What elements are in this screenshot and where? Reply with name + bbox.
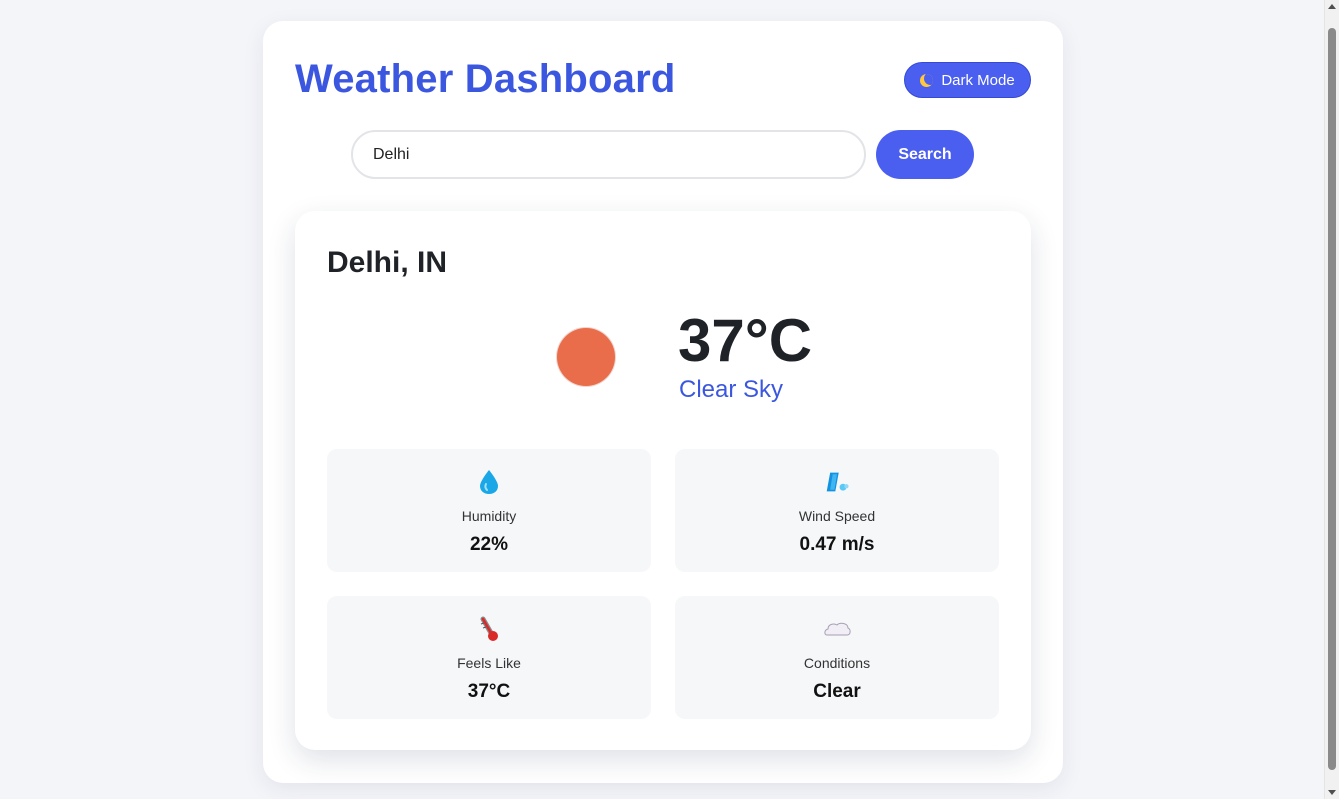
city-search-input[interactable]	[351, 130, 866, 179]
wind-value: 0.47 m/s	[799, 534, 875, 555]
city-name: Delhi, IN	[327, 246, 448, 279]
app-title: Weather Dashboard	[295, 57, 676, 101]
wind-tile: Wind Speed 0.47 m/s	[675, 449, 999, 572]
droplet-icon	[480, 470, 498, 494]
feels-like-value: 37°C	[467, 681, 511, 702]
weather-card: Delhi, IN 37°C Clear Sky Humidity 22% Wi…	[295, 211, 1031, 750]
conditions-tile: Conditions Clear	[675, 596, 999, 719]
scrollbar-thumb[interactable]	[1328, 28, 1336, 770]
scroll-down-arrow-icon[interactable]	[1328, 790, 1336, 795]
conditions-label: Conditions	[803, 655, 871, 671]
humidity-value: 22%	[469, 534, 509, 555]
dashboard-container: Weather Dashboard Dark Mode Search Delhi…	[263, 21, 1063, 783]
feels-like-tile: Feels Like 37°C	[327, 596, 651, 719]
wind-label: Wind Speed	[798, 508, 876, 524]
page-scrollbar[interactable]	[1324, 0, 1339, 799]
scroll-up-arrow-icon[interactable]	[1328, 4, 1336, 9]
weather-description: Clear Sky	[679, 376, 784, 403]
wind-icon	[826, 472, 849, 492]
search-button[interactable]: Search	[876, 130, 974, 179]
page: Weather Dashboard Dark Mode Search Delhi…	[0, 0, 1339, 799]
dark-mode-label: Dark Mode	[941, 71, 1015, 89]
humidity-label: Humidity	[461, 508, 517, 524]
current-temperature: 37°C	[678, 307, 813, 374]
thermometer-icon	[480, 616, 498, 641]
feels-like-label: Feels Like	[457, 655, 521, 671]
sun-icon	[557, 328, 615, 386]
conditions-value: Clear	[813, 681, 861, 702]
moon-icon	[920, 73, 934, 87]
dark-mode-toggle-button[interactable]: Dark Mode	[904, 62, 1031, 98]
humidity-tile: Humidity 22%	[327, 449, 651, 572]
cloud-icon	[824, 622, 851, 636]
